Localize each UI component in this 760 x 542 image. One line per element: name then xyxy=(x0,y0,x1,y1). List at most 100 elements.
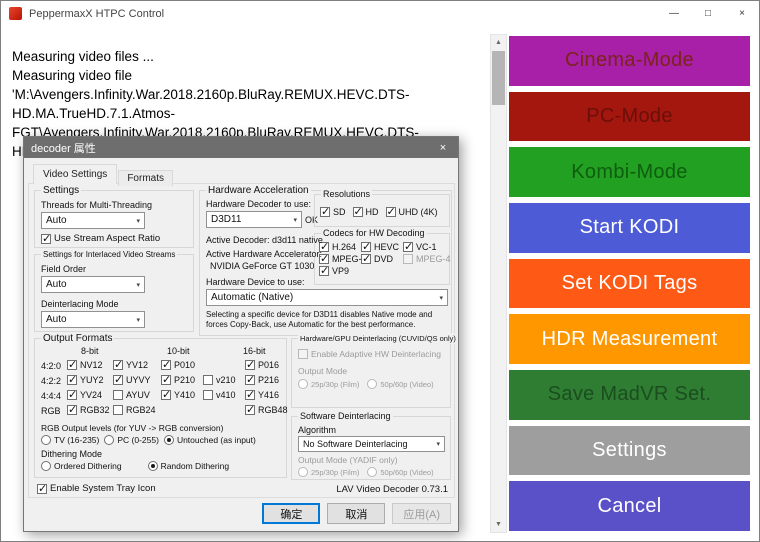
checkbox-v210[interactable]: v210 xyxy=(203,375,245,385)
scrollbar-thumb[interactable] xyxy=(492,51,505,105)
radio-label: 50p/60p (Video) xyxy=(380,380,433,389)
checkbox-uyvy[interactable]: UYVY xyxy=(113,375,159,385)
checkbox-sd[interactable]: SD xyxy=(320,207,346,217)
field-order-label: Field Order xyxy=(41,264,86,275)
resolutions-group: Resolutions SDHDUHD (4K) xyxy=(314,194,450,227)
checkbox-uhd-4k[interactable]: UHD (4K) xyxy=(386,207,438,217)
checkbox-mark xyxy=(245,375,255,385)
checkbox-yv24[interactable]: YV24 xyxy=(67,390,113,400)
checkbox-label: P216 xyxy=(258,375,279,385)
hardware-acceleration-group: Hardware Acceleration Hardware Decoder t… xyxy=(199,190,452,336)
checkbox-label: VP9 xyxy=(332,266,349,276)
checkbox-rgb24[interactable]: RGB24 xyxy=(113,405,159,415)
hw-deint-group-title: Hardware/GPU Deinterlacing (CUVID/QS onl… xyxy=(298,333,458,344)
window-title: PeppermaxX HTPC Control xyxy=(29,8,164,20)
algorithm-combo-value: No Software Deinterlacing xyxy=(303,439,433,449)
hw-device-combo[interactable]: Automatic (Native) ▾ xyxy=(206,289,448,306)
checkbox-v410[interactable]: v410 xyxy=(203,390,245,400)
checkbox-use-stream-aspect-ratio[interactable]: Use Stream Aspect Ratio xyxy=(41,233,160,244)
output-format-col-bit16: Y416 xyxy=(245,390,279,400)
checkbox-mark xyxy=(67,360,77,370)
sidebar-button-settings[interactable]: Settings xyxy=(509,426,750,476)
checkbox-y410[interactable]: Y410 xyxy=(161,390,203,400)
output-format-row-label: 4:4:4 xyxy=(41,391,61,401)
sidebar-button-set-kodi-tags[interactable]: Set KODI Tags xyxy=(509,259,750,309)
col-header-10bit: 10-bit xyxy=(167,346,190,357)
deinterlacing-mode-combo[interactable]: Auto ▾ xyxy=(41,311,145,328)
resolutions-checkbox-row: SD HD UHD (4K) xyxy=(320,207,438,217)
checkbox-p016[interactable]: P016 xyxy=(245,360,279,370)
interlaced-group: Settings for Interlaced Video Streams Fi… xyxy=(34,254,194,332)
radio-label: Random Dithering xyxy=(161,461,230,471)
sidebar-button-pc-mode[interactable]: PC-Mode xyxy=(509,92,750,142)
tab-formats[interactable]: Formats xyxy=(118,170,173,186)
checkbox-mark xyxy=(113,390,123,400)
checkbox-h-264[interactable]: H.264 xyxy=(319,242,361,252)
checkbox-ayuv[interactable]: AYUV xyxy=(113,390,159,400)
ok-button[interactable]: 确定 xyxy=(262,503,320,524)
radio-mark xyxy=(367,467,377,477)
checkbox-mpeg-2[interactable]: MPEG-2 xyxy=(319,254,361,264)
output-formats-group-title: Output Formats xyxy=(41,333,114,344)
checkbox-vp9[interactable]: VP9 xyxy=(319,266,361,276)
checkbox-nv12[interactable]: NV12 xyxy=(67,360,113,370)
checkbox-p216[interactable]: P216 xyxy=(245,375,279,385)
sw-deinterlacing-group: Software Deinterlacing Algorithm No Soft… xyxy=(291,416,451,480)
sidebar-button-cinema-mode[interactable]: Cinema-Mode xyxy=(509,36,750,86)
chevron-down-icon: ▾ xyxy=(439,294,443,302)
sidebar-button-save-madvr-set[interactable]: Save MadVR Set. xyxy=(509,370,750,420)
cancel-button[interactable]: 取消 xyxy=(327,503,385,524)
sidebar-button-start-kodi[interactable]: Start KODI xyxy=(509,203,750,253)
checkbox-hevc[interactable]: HEVC xyxy=(361,242,403,252)
scroll-down-icon[interactable]: ▼ xyxy=(491,517,506,532)
sidebar-button-cancel[interactable]: Cancel xyxy=(509,481,750,531)
checkbox-y416[interactable]: Y416 xyxy=(245,390,279,400)
dialog-close-button[interactable]: × xyxy=(428,137,458,158)
threads-combo[interactable]: Auto ▾ xyxy=(41,212,145,229)
sidebar-button-kombi-mode[interactable]: Kombi-Mode xyxy=(509,147,750,197)
checkbox-p010[interactable]: P010 xyxy=(161,360,203,370)
radio-50p-60p-video: 50p/60p (Video) xyxy=(367,467,433,477)
output-format-col-bit8: YV24AYUV xyxy=(67,390,159,400)
maximize-button[interactable]: □ xyxy=(691,1,725,26)
checkbox-yv12[interactable]: YV12 xyxy=(113,360,159,370)
checkbox-mark xyxy=(41,234,51,244)
field-order-combo[interactable]: Auto ▾ xyxy=(41,276,145,293)
scroll-up-icon[interactable]: ▲ xyxy=(491,35,506,50)
radio-tv-16-235[interactable]: TV (16-235) xyxy=(41,435,99,445)
col-header-16bit: 16-bit xyxy=(243,346,266,357)
radio-random-dithering[interactable]: Random Dithering xyxy=(148,461,230,471)
output-format-col-bit16: RGB48 xyxy=(245,405,288,415)
output-format-col-bit16: P216 xyxy=(245,375,279,385)
minimize-button[interactable]: — xyxy=(657,1,691,26)
sw-output-mode-radio-row: 25p/30p (Film)50p/60p (Video) xyxy=(298,467,434,477)
tab-video-settings[interactable]: Video Settings xyxy=(33,164,117,184)
checkbox-rgb48[interactable]: RGB48 xyxy=(245,405,288,415)
close-button[interactable]: × xyxy=(725,1,759,26)
checkbox-rgb32[interactable]: RGB32 xyxy=(67,405,113,415)
radio-label: Ordered Dithering xyxy=(54,461,122,471)
radio-pc-0-255[interactable]: PC (0-255) xyxy=(104,435,159,445)
log-scrollbar[interactable]: ▲ ▼ xyxy=(490,34,507,533)
sidebar-button-hdr-measurement[interactable]: HDR Measurement xyxy=(509,314,750,364)
adaptive-deint-checkbox-row: Enable Adaptive HW Deinterlacing xyxy=(298,349,441,359)
apply-button[interactable]: 应用(A) xyxy=(392,503,451,524)
chevron-down-icon: ▾ xyxy=(436,440,440,448)
active-accelerator-value: NVIDIA GeForce GT 1030 xyxy=(210,261,314,272)
checkbox-label: P210 xyxy=(174,375,195,385)
radio-mark xyxy=(41,435,51,445)
chevron-down-icon: ▾ xyxy=(136,316,140,324)
checkbox-p210[interactable]: P210 xyxy=(161,375,203,385)
checkbox-dvd[interactable]: DVD xyxy=(361,254,403,264)
radio-ordered-dithering[interactable]: Ordered Dithering xyxy=(41,461,122,471)
radio-untouched-as-input[interactable]: Untouched (as input) xyxy=(164,435,256,445)
checkbox-hd[interactable]: HD xyxy=(353,207,379,217)
hw-decoder-combo[interactable]: D3D11 ▾ xyxy=(206,211,302,228)
checkbox-enable-system-tray-icon[interactable]: Enable System Tray Icon xyxy=(37,483,156,494)
output-format-col-bit10: Y410v410 xyxy=(161,390,245,400)
algorithm-combo[interactable]: No Software Deinterlacing ▾ xyxy=(298,436,445,452)
sidebar: Cinema-Mode PC-ModeKombi-Mode Start KODI Se… xyxy=(509,36,750,531)
checkbox-vc-1[interactable]: VC-1 xyxy=(403,242,445,252)
aspect-checkbox-row: Use Stream Aspect Ratio xyxy=(41,233,160,244)
checkbox-yuy2[interactable]: YUY2 xyxy=(67,375,113,385)
